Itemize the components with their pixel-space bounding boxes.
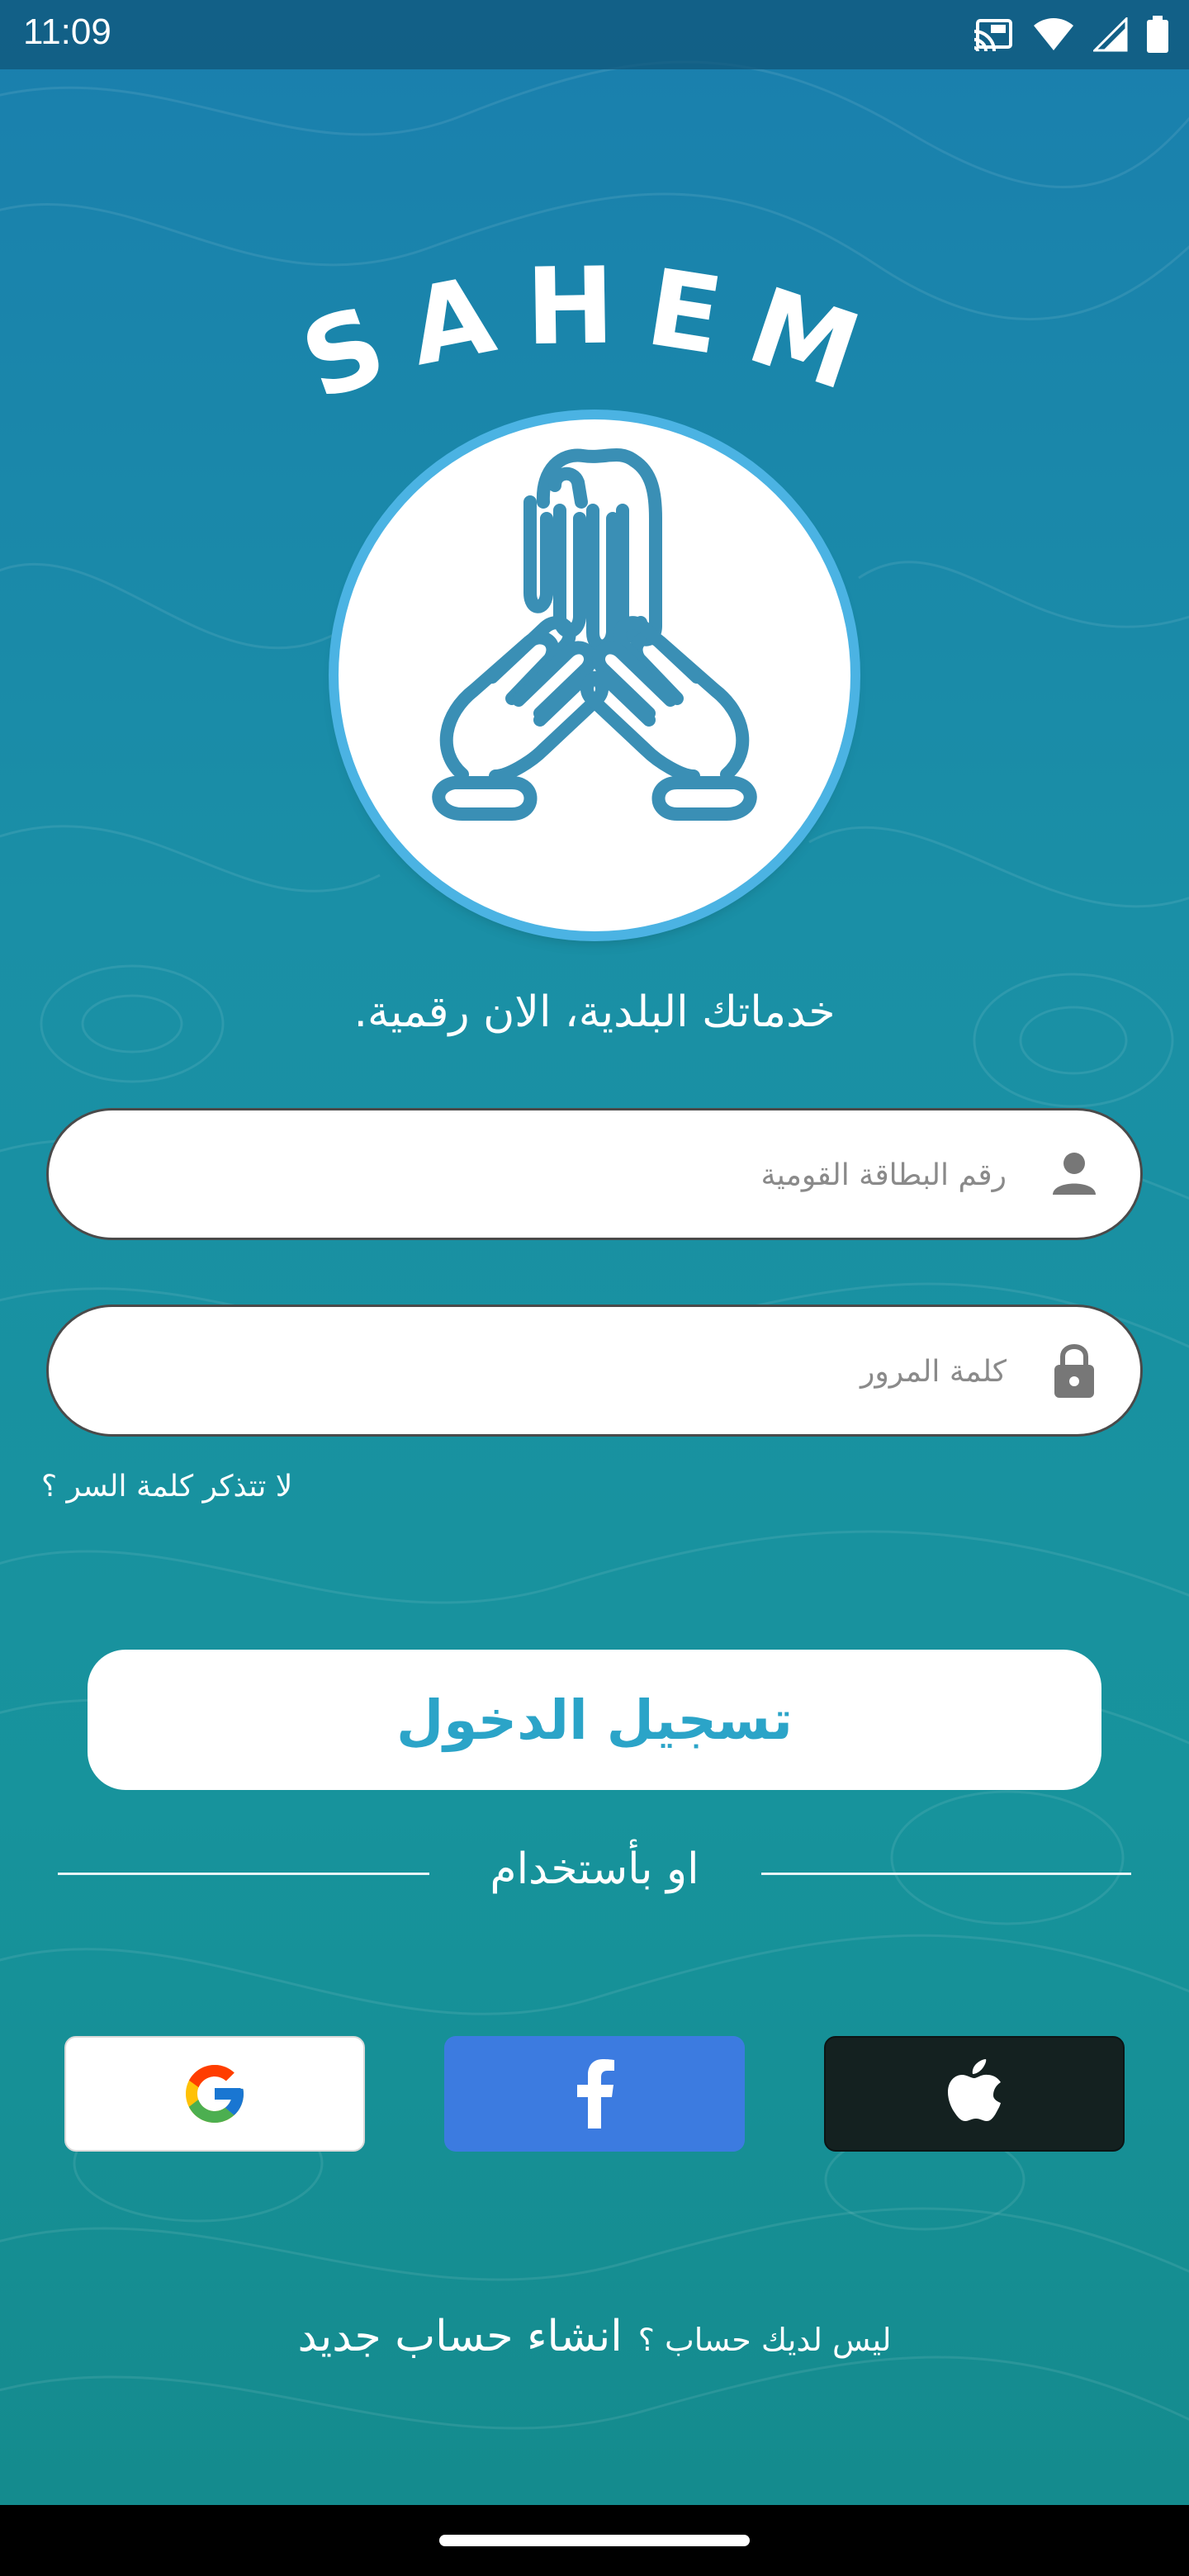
cast-icon: [973, 19, 1012, 51]
home-gesture-handle[interactable]: [439, 2535, 750, 2546]
brand-name: SAHEM: [287, 248, 872, 424]
login-button[interactable]: تسجيل الدخول: [88, 1650, 1101, 1790]
divider-line-left: [58, 1873, 429, 1875]
national-id-input[interactable]: [179, 1110, 1008, 1239]
password-input[interactable]: [179, 1307, 1008, 1436]
signup-question: ليس لديك حساب ؟: [637, 2322, 892, 2358]
svg-text:SAHEM: SAHEM: [287, 248, 900, 424]
password-field[interactable]: [46, 1305, 1143, 1437]
lock-icon: [1054, 1344, 1094, 1398]
brand-wordmark: SAHEM: [287, 248, 900, 424]
forgot-password-link[interactable]: لا تتذكر كلمة السر ؟: [41, 1470, 292, 1503]
apple-icon: [948, 2059, 1001, 2121]
divider-label: او بأستخدام: [490, 1844, 699, 1894]
google-login-button[interactable]: [64, 2036, 365, 2152]
signal-icon: [1093, 17, 1128, 52]
status-bar: 11:09: [0, 0, 1189, 69]
hands-logo-icon: [339, 419, 850, 931]
signup-row: ليس لديك حساب ؟ انشاء حساب جديد: [0, 2312, 1189, 2361]
divider-line-right: [761, 1873, 1131, 1875]
status-time: 11:09: [23, 12, 111, 52]
person-icon: [1053, 1153, 1096, 1195]
national-id-field[interactable]: [46, 1108, 1143, 1240]
tagline: خدماتك البلدية، الان رقمية.: [353, 987, 836, 1037]
wifi-icon: [1034, 18, 1073, 50]
apple-login-button[interactable]: [824, 2036, 1125, 2152]
google-icon: [186, 2065, 244, 2123]
battery-icon: [1147, 16, 1168, 53]
facebook-login-button[interactable]: [444, 2036, 745, 2152]
create-account-link[interactable]: انشاء حساب جديد: [297, 2312, 622, 2361]
facebook-icon: [577, 2059, 614, 2129]
